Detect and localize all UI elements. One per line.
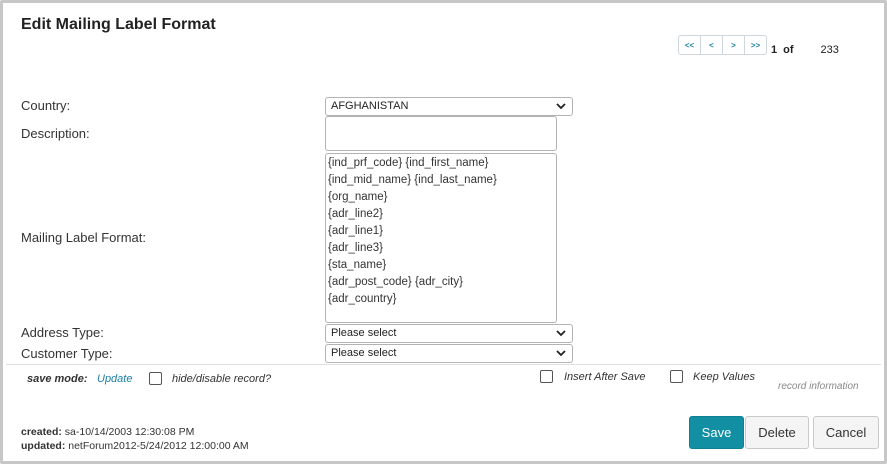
format-line: {adr_line3} [328, 242, 383, 254]
chevron-down-icon [556, 330, 566, 337]
edit-dialog: Edit Mailing Label Format << < > >> 1 of… [0, 0, 887, 464]
format-line: {adr_line1} [328, 225, 383, 237]
country-label: Country: [21, 98, 71, 113]
format-line: {adr_line2} [328, 208, 383, 220]
customer-type-select[interactable]: Please select [325, 344, 573, 363]
format-line: {adr_country} [328, 293, 397, 305]
delete-button[interactable]: Delete [745, 416, 809, 449]
mailing-label-format-label: Mailing Label Format: [21, 230, 146, 245]
address-type-label: Address Type: [21, 325, 104, 340]
description-label: Description: [21, 126, 90, 141]
first-record-button[interactable]: << [678, 35, 701, 55]
pager-of-label: of [783, 44, 794, 56]
page-title: Edit Mailing Label Format [21, 16, 216, 33]
cancel-button[interactable]: Cancel [813, 416, 879, 449]
current-record-number: 1 [771, 44, 778, 56]
hide-disable-checkbox[interactable] [149, 372, 162, 385]
customer-type-label: Customer Type: [21, 346, 113, 361]
next-record-button[interactable]: > [722, 35, 745, 55]
hide-disable-label: hide/disable record? [172, 373, 272, 385]
format-line: {org_name} [328, 191, 388, 203]
footer-divider [6, 364, 881, 365]
chevron-down-icon [556, 350, 566, 357]
insert-after-save-checkbox[interactable] [540, 370, 553, 383]
record-pager: << < > >> 1 of 233 [678, 35, 839, 56]
save-mode-label: save mode: [27, 373, 88, 385]
updated-info: updated: netForum2012-5/24/2012 12:00:00… [21, 440, 249, 452]
customer-type-select-value: Please select [331, 347, 397, 359]
address-type-select[interactable]: Please select [325, 324, 573, 343]
keep-values-checkbox[interactable] [670, 370, 683, 383]
updated-label: updated: [21, 440, 66, 452]
record-information-link[interactable]: record information [778, 381, 859, 392]
format-line: {ind_mid_name} {ind_last_name} [328, 174, 497, 186]
updated-value: netForum2012-5/24/2012 12:00:00 AM [68, 440, 249, 452]
created-label: created: [21, 426, 62, 438]
save-button[interactable]: Save [689, 416, 744, 449]
insert-after-save-label: Insert After Save [564, 371, 646, 383]
country-select[interactable]: AFGHANISTAN [325, 97, 573, 116]
chevron-down-icon [556, 103, 566, 110]
created-info: created: sa-10/14/2003 12:30:08 PM [21, 426, 194, 438]
format-line: {ind_prf_code} {ind_first_name} [328, 157, 489, 169]
save-mode-value: Update [97, 373, 133, 385]
created-value: sa-10/14/2003 12:30:08 PM [64, 426, 195, 438]
description-input[interactable] [325, 116, 557, 151]
previous-record-button[interactable]: < [700, 35, 723, 55]
format-line: {sta_name} [328, 259, 387, 271]
mailing-label-format-textarea[interactable]: {ind_prf_code} {ind_first_name} {ind_mid… [325, 153, 557, 323]
last-record-button[interactable]: >> [744, 35, 767, 55]
address-type-select-value: Please select [331, 327, 397, 339]
keep-values-label: Keep Values [693, 371, 755, 383]
total-records: 233 [820, 44, 839, 56]
format-line: {adr_post_code} {adr_city} [328, 276, 463, 288]
country-select-value: AFGHANISTAN [331, 100, 409, 112]
